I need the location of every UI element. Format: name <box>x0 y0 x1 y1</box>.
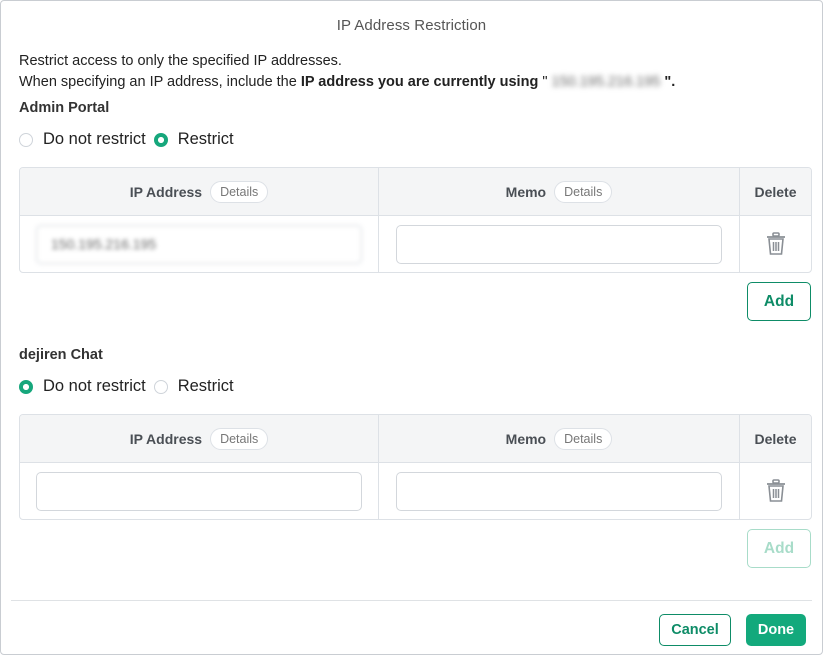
dialog-title: IP Address Restriction <box>336 17 487 34</box>
done-button[interactable]: Done <box>746 614 806 646</box>
admin-portal-radio-group: Do not restrict Restrict <box>19 130 242 149</box>
table-row <box>20 216 811 272</box>
admin-portal-ip-table: IP Address Details Memo Details Delete <box>19 167 812 273</box>
quote-open: " <box>538 74 548 90</box>
dejiren-chat-ip-table: IP Address Details Memo Details Delete <box>19 414 812 520</box>
description-bold: IP address you are currently using <box>300 74 539 90</box>
table-header: IP Address Details Memo Details Delete <box>20 415 811 463</box>
section-title-dejiren-chat: dejiren Chat <box>19 347 103 363</box>
ip-cell <box>20 216 379 272</box>
radio-label: Do not restrict <box>43 130 146 148</box>
memo-input[interactable] <box>396 224 722 264</box>
dialog-description: Restrict access to only the specified IP… <box>19 51 675 93</box>
radio-indicator-unselected[interactable] <box>19 132 33 147</box>
ip-address-input[interactable] <box>36 224 362 264</box>
memo-details-button[interactable]: Details <box>554 427 613 450</box>
ip-cell <box>20 463 379 519</box>
delete-cell <box>740 463 811 519</box>
memo-cell <box>379 216 740 272</box>
radio-chat-do-not-restrict[interactable]: Do not restrict <box>19 377 146 396</box>
header-memo-label: Memo <box>505 430 547 447</box>
header-ip-label: IP Address <box>129 430 203 447</box>
quote-close: ". <box>664 74 676 90</box>
radio-admin-do-not-restrict[interactable]: Do not restrict <box>19 130 146 149</box>
dejiren-chat-add-button[interactable]: Add <box>747 529 811 568</box>
table-row <box>20 463 811 519</box>
header-memo: Memo Details <box>379 415 740 462</box>
cancel-button[interactable]: Cancel <box>659 614 731 646</box>
radio-indicator-selected[interactable] <box>19 379 33 394</box>
footer-divider <box>11 600 812 601</box>
header-delete: Delete <box>754 430 797 447</box>
header-delete: Delete <box>754 183 797 200</box>
trash-icon[interactable] <box>765 232 787 256</box>
table-header: IP Address Details Memo Details Delete <box>20 168 811 216</box>
description-line-1: Restrict access to only the specified IP… <box>19 53 342 69</box>
section-title-admin-portal: Admin Portal <box>19 100 110 116</box>
radio-admin-restrict[interactable]: Restrict <box>153 130 234 149</box>
radio-indicator-unselected[interactable] <box>153 379 168 394</box>
memo-input[interactable] <box>396 471 722 511</box>
header-ip-address: IP Address Details <box>20 168 379 215</box>
memo-details-button[interactable]: Details <box>554 180 613 203</box>
delete-cell <box>740 216 811 272</box>
header-memo-label: Memo <box>505 183 547 200</box>
ip-restriction-dialog: IP Address Restriction Restrict access t… <box>0 0 823 655</box>
ip-address-input[interactable] <box>36 471 362 511</box>
header-ip-label: IP Address <box>129 183 203 200</box>
ip-details-button[interactable]: Details <box>210 180 269 203</box>
trash-icon[interactable] <box>765 479 787 503</box>
memo-cell <box>379 463 740 519</box>
radio-indicator-selected[interactable] <box>153 132 168 147</box>
description-prefix: When specifying an IP address, include t… <box>19 74 301 90</box>
radio-label: Restrict <box>177 377 234 395</box>
radio-label: Do not restrict <box>43 377 146 395</box>
description-line-2: When specifying an IP address, include t… <box>19 72 675 93</box>
header-memo: Memo Details <box>379 168 740 215</box>
dejiren-chat-radio-group: Do not restrict Restrict <box>19 377 242 396</box>
admin-portal-add-button[interactable]: Add <box>747 282 811 321</box>
radio-label: Restrict <box>177 130 234 148</box>
current-ip-blurred: 150.195.216.195 <box>551 74 661 90</box>
radio-chat-restrict[interactable]: Restrict <box>153 377 234 396</box>
ip-details-button[interactable]: Details <box>210 427 269 450</box>
header-ip-address: IP Address Details <box>20 415 379 462</box>
